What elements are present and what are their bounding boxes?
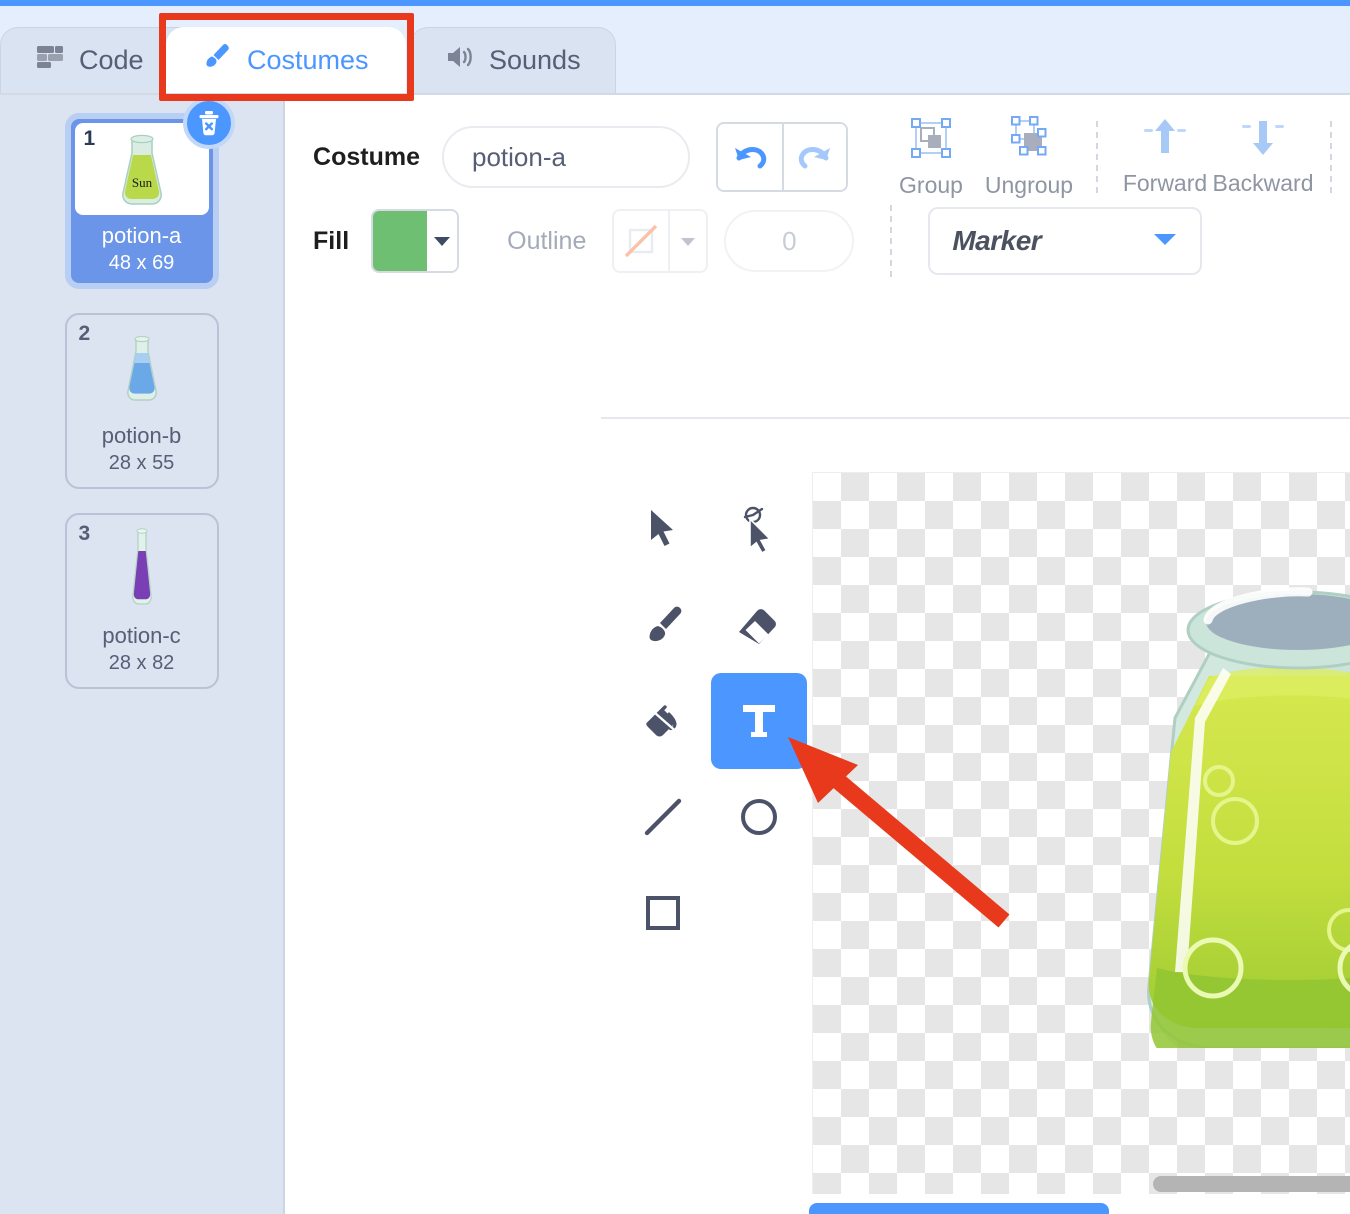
- costume-number: 2: [78, 322, 91, 345]
- redo-button[interactable]: [782, 124, 846, 190]
- font-select-value: Marker: [952, 225, 1042, 256]
- toolbar-divider-1: [1096, 121, 1098, 193]
- paint-toolbar-row-top: Costume potion-a Group Ungroup Forward B…: [313, 115, 1350, 199]
- costume-name-label: potion-a: [101, 223, 182, 248]
- tool-fill[interactable]: [615, 673, 711, 769]
- costume-list-item-2[interactable]: 2 potion-b 28 x 55: [64, 313, 219, 489]
- costume-list-item-1[interactable]: 1 Sun potion-a 48 x 69: [64, 97, 235, 289]
- costume-list-sidebar[interactable]: 1 Sun potion-a 48 x 69 2 potion-b 28 x 5…: [0, 95, 286, 1214]
- toolbar-separator: [601, 417, 1350, 419]
- costume-size-label: 48 x 69: [108, 252, 175, 274]
- tool-rectangle[interactable]: [615, 865, 711, 961]
- tool-palette: [615, 481, 808, 961]
- ungroup-button[interactable]: Ungroup: [980, 115, 1078, 199]
- svg-text:Sun: Sun: [131, 175, 152, 190]
- undo-button[interactable]: [718, 124, 782, 190]
- costume-list-item-3[interactable]: 3 potion-c 28 x 82: [64, 513, 219, 689]
- toolbar-divider-3: [890, 205, 893, 277]
- costume-name-input[interactable]: [442, 126, 690, 188]
- costume-field-label: Costume: [313, 142, 420, 171]
- tool-text[interactable]: [711, 673, 808, 769]
- speaker-icon: [445, 44, 475, 77]
- group-button-label: Group: [899, 172, 963, 198]
- forward-button-label: Forward: [1122, 170, 1208, 196]
- group-shapes-icon: [908, 115, 954, 166]
- chevron-down-icon: [427, 211, 458, 271]
- tab-bar: Code Costumes Sounds: [0, 6, 1350, 101]
- outline-width-input[interactable]: 0: [724, 210, 855, 272]
- toolbar-divider-2: [1330, 121, 1332, 193]
- tab-code-label: Code: [79, 45, 144, 75]
- costume-name-label: potion-c: [102, 623, 181, 648]
- costume-number: 1: [83, 127, 96, 150]
- backward-button-label: Backward: [1212, 170, 1314, 196]
- tool-eraser[interactable]: [711, 577, 807, 673]
- ungroup-shapes-icon: [1006, 115, 1052, 166]
- costume-number: 3: [78, 522, 91, 545]
- costume-thumbnail: [75, 523, 209, 615]
- paint-editor-panel: Costume potion-a Group Ungroup Forward B…: [285, 95, 1350, 1214]
- tool-select[interactable]: [615, 481, 711, 577]
- costume-size-label: 28 x 82: [108, 652, 175, 674]
- tab-sounds-label: Sounds: [489, 45, 581, 75]
- arrange-buttons: Group Ungroup Forward Backward: [882, 115, 1350, 199]
- convert-to-bitmap-button[interactable]: Convert to Bitmap: [809, 1203, 1110, 1214]
- paint-canvas[interactable]: Sun: [812, 472, 1350, 1194]
- canvas-horizontal-scrollbar[interactable]: [1153, 1176, 1350, 1192]
- trash-delete-icon[interactable]: [182, 97, 235, 149]
- paint-toolbar: Costume potion-a Group Ungroup Forward B…: [285, 95, 1350, 283]
- paintbrush-icon: [201, 41, 233, 80]
- canvas-artwork-potion[interactable]: [1113, 568, 1350, 1048]
- tool-circle[interactable]: [711, 769, 807, 865]
- code-blocks-icon: [35, 44, 65, 77]
- tab-sounds[interactable]: Sounds: [410, 27, 616, 93]
- ungroup-button-label: Ungroup: [984, 172, 1074, 198]
- forward-button[interactable]: Forward: [1116, 115, 1214, 199]
- tool-brush[interactable]: [615, 577, 711, 673]
- costume-size-label: 28 x 55: [108, 452, 175, 474]
- costume-thumbnail: [75, 323, 209, 415]
- tool-line[interactable]: [615, 769, 711, 865]
- fill-label: Fill: [313, 226, 350, 255]
- paint-toolbar-row-style: Fill Outline 0 Marker: [313, 199, 1350, 283]
- fill-color-swatch[interactable]: [371, 209, 460, 273]
- outline-label: Outline: [507, 226, 587, 255]
- font-select-dropdown[interactable]: Marker: [928, 207, 1203, 275]
- group-button[interactable]: Group: [882, 115, 980, 199]
- fill-color-preview: [373, 211, 428, 271]
- arrow-up-forward-icon: [1142, 115, 1188, 164]
- tool-reshape[interactable]: [711, 481, 807, 577]
- no-color-icon: [614, 211, 671, 271]
- chevron-down-icon: [1152, 231, 1178, 252]
- backward-button[interactable]: Backward: [1212, 115, 1314, 199]
- outline-color-swatch[interactable]: [612, 209, 709, 273]
- undo-redo-group: [716, 122, 848, 192]
- tab-costumes-label: Costumes: [247, 45, 369, 75]
- chevron-down-icon: [670, 211, 706, 271]
- costume-name-label: potion-b: [101, 423, 182, 448]
- arrow-down-backward-icon: [1240, 115, 1286, 164]
- tab-costumes[interactable]: Costumes: [166, 27, 406, 93]
